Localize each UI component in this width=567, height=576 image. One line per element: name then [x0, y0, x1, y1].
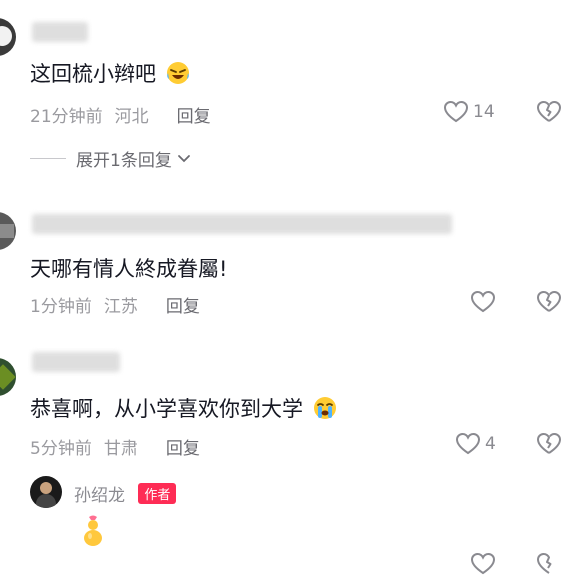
like-count: 4: [485, 434, 496, 454]
reply-button[interactable]: 回复: [166, 292, 200, 317]
commenter-username-blurred[interactable]: [32, 352, 120, 372]
author-avatar[interactable]: [30, 476, 62, 508]
author-badge: 作者: [138, 483, 177, 504]
author-name-row: 孙绍龙 作者: [74, 481, 177, 506]
commenter-username-blurred[interactable]: [32, 214, 452, 234]
heart-icon[interactable]: [470, 552, 496, 576]
broken-heart-icon: [537, 100, 562, 122]
comment-location: 甘肃: [103, 439, 138, 459]
comment-meta: 1分钟前 江苏 回复: [30, 292, 200, 317]
like-count: 14: [473, 102, 495, 122]
comment-meta: 21分钟前 河北 回复: [30, 102, 211, 127]
comment-location: 江苏: [103, 297, 138, 317]
like-button[interactable]: 14: [443, 100, 495, 124]
commenter-username-blurred[interactable]: [32, 22, 88, 42]
reply-button[interactable]: 回复: [166, 434, 200, 459]
comment-meta: 5分钟前 甘肃 回复: [30, 434, 200, 459]
commenter-avatar[interactable]: [0, 212, 16, 250]
commenter-avatar[interactable]: [0, 358, 16, 396]
dislike-button[interactable]: [536, 100, 562, 128]
broken-heart-icon[interactable]: [536, 552, 562, 576]
expand-replies-label: 展开1条回复: [76, 151, 172, 171]
commenter-avatar[interactable]: [0, 18, 16, 56]
laughing-tears-icon: [166, 62, 189, 84]
crying-icon: [313, 397, 336, 419]
comment-time: 1分钟前: [30, 297, 92, 317]
comment-text: 这回梳小辫吧: [30, 58, 191, 88]
broken-heart-icon: [537, 432, 562, 454]
heart-icon: [443, 100, 469, 123]
heart-icon: [455, 432, 481, 455]
chevron-down-icon: [177, 154, 190, 162]
comment-text: 天哪有情人終成眷屬!: [30, 257, 228, 281]
author-name[interactable]: 孙绍龙: [74, 486, 125, 506]
comment-location: 河北: [114, 107, 149, 127]
comment-text: 恭喜啊，从小学喜欢你到大学: [30, 393, 338, 423]
like-button[interactable]: 4: [455, 432, 496, 456]
comment-time: 21分钟前: [30, 107, 103, 127]
reply-button[interactable]: 回复: [177, 102, 211, 127]
divider-line: [30, 158, 66, 159]
heart-icon: [470, 290, 496, 313]
gourd-sticker-icon: [84, 515, 102, 546]
expand-replies-button[interactable]: 展开1条回复: [30, 146, 192, 171]
like-button[interactable]: [470, 290, 500, 314]
dislike-button[interactable]: [536, 290, 562, 318]
dislike-button[interactable]: [536, 432, 562, 460]
comment-time: 5分钟前: [30, 439, 92, 459]
broken-heart-icon: [537, 290, 562, 312]
